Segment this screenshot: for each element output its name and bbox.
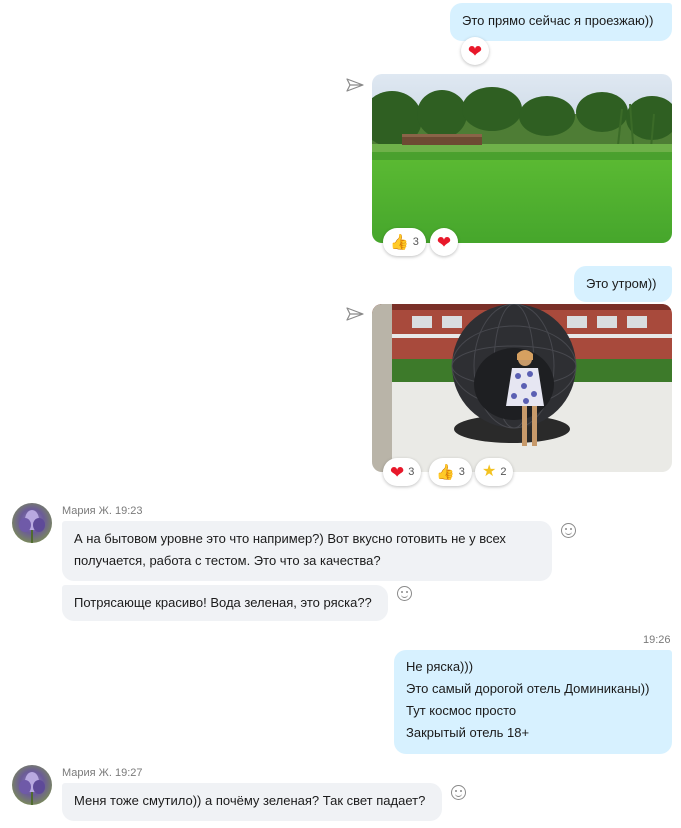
like-reaction[interactable]: 👍 3	[429, 458, 472, 486]
incoming-message[interactable]: Потрясающе красиво! Вода зеленая, это ря…	[62, 585, 388, 621]
message-text: Это утром))	[586, 276, 657, 291]
message-text: Это прямо сейчас я проезжаю))	[462, 13, 654, 28]
heart-icon: ❤	[436, 232, 452, 252]
reaction-count: 2	[500, 466, 507, 478]
smiley-icon[interactable]	[451, 785, 466, 800]
lake-image	[372, 74, 672, 243]
like-reaction[interactable]: 👍 3	[383, 228, 426, 256]
reaction-count: 3	[458, 466, 465, 478]
outgoing-message[interactable]: Не ряска))) Это самый дорогой отель Доми…	[394, 650, 672, 754]
reaction-count: 3	[412, 236, 419, 248]
smiley-icon[interactable]	[561, 523, 576, 538]
incoming-message[interactable]: А на бытовом уровне это что например?) В…	[62, 521, 552, 581]
message-line: Не ряска)))	[406, 659, 474, 674]
send-icon	[346, 307, 364, 321]
incoming-message[interactable]: Меня тоже смутило)) а почёму зеленая? Та…	[62, 783, 442, 821]
avatar[interactable]	[12, 765, 52, 805]
sender-name: Мария Ж. 19:23	[62, 505, 143, 517]
smiley-icon[interactable]	[397, 586, 412, 601]
message-line: Тут космос просто	[406, 703, 517, 718]
send-icon	[346, 78, 364, 92]
message-line: Это самый дорогой отель Доминиканы))	[406, 681, 650, 696]
star-icon: ★	[482, 463, 497, 480]
thumbs-up-icon: 👍	[390, 233, 409, 251]
outgoing-message[interactable]: Это утром))	[574, 266, 672, 302]
message-text: Потрясающе красиво! Вода зеленая, это ря…	[74, 595, 372, 610]
heart-reaction[interactable]: ❤	[461, 37, 489, 65]
thumbs-up-icon: 👍	[436, 463, 455, 481]
star-reaction[interactable]: ★ 2	[475, 458, 514, 486]
message-time: 19:26	[643, 634, 671, 646]
photo-hotel[interactable]	[372, 304, 672, 472]
message-line: Закрытый отель 18+	[406, 725, 530, 740]
heart-reaction[interactable]: ❤ 3	[383, 458, 422, 486]
sender-name: Мария Ж. 19:27	[62, 767, 143, 779]
reaction-count: 3	[408, 466, 415, 478]
heart-reaction[interactable]: ❤	[430, 228, 458, 256]
hotel-image	[372, 304, 672, 472]
message-text: Меня тоже смутило)) а почёму зеленая? Та…	[74, 793, 426, 808]
outgoing-message[interactable]: Это прямо сейчас я проезжаю))	[450, 3, 672, 41]
photo-lake[interactable]	[372, 74, 672, 243]
message-text: А на бытовом уровне это что например?) В…	[74, 531, 506, 568]
avatar[interactable]	[12, 503, 52, 543]
heart-icon: ❤	[390, 462, 405, 482]
heart-icon: ❤	[467, 41, 483, 61]
